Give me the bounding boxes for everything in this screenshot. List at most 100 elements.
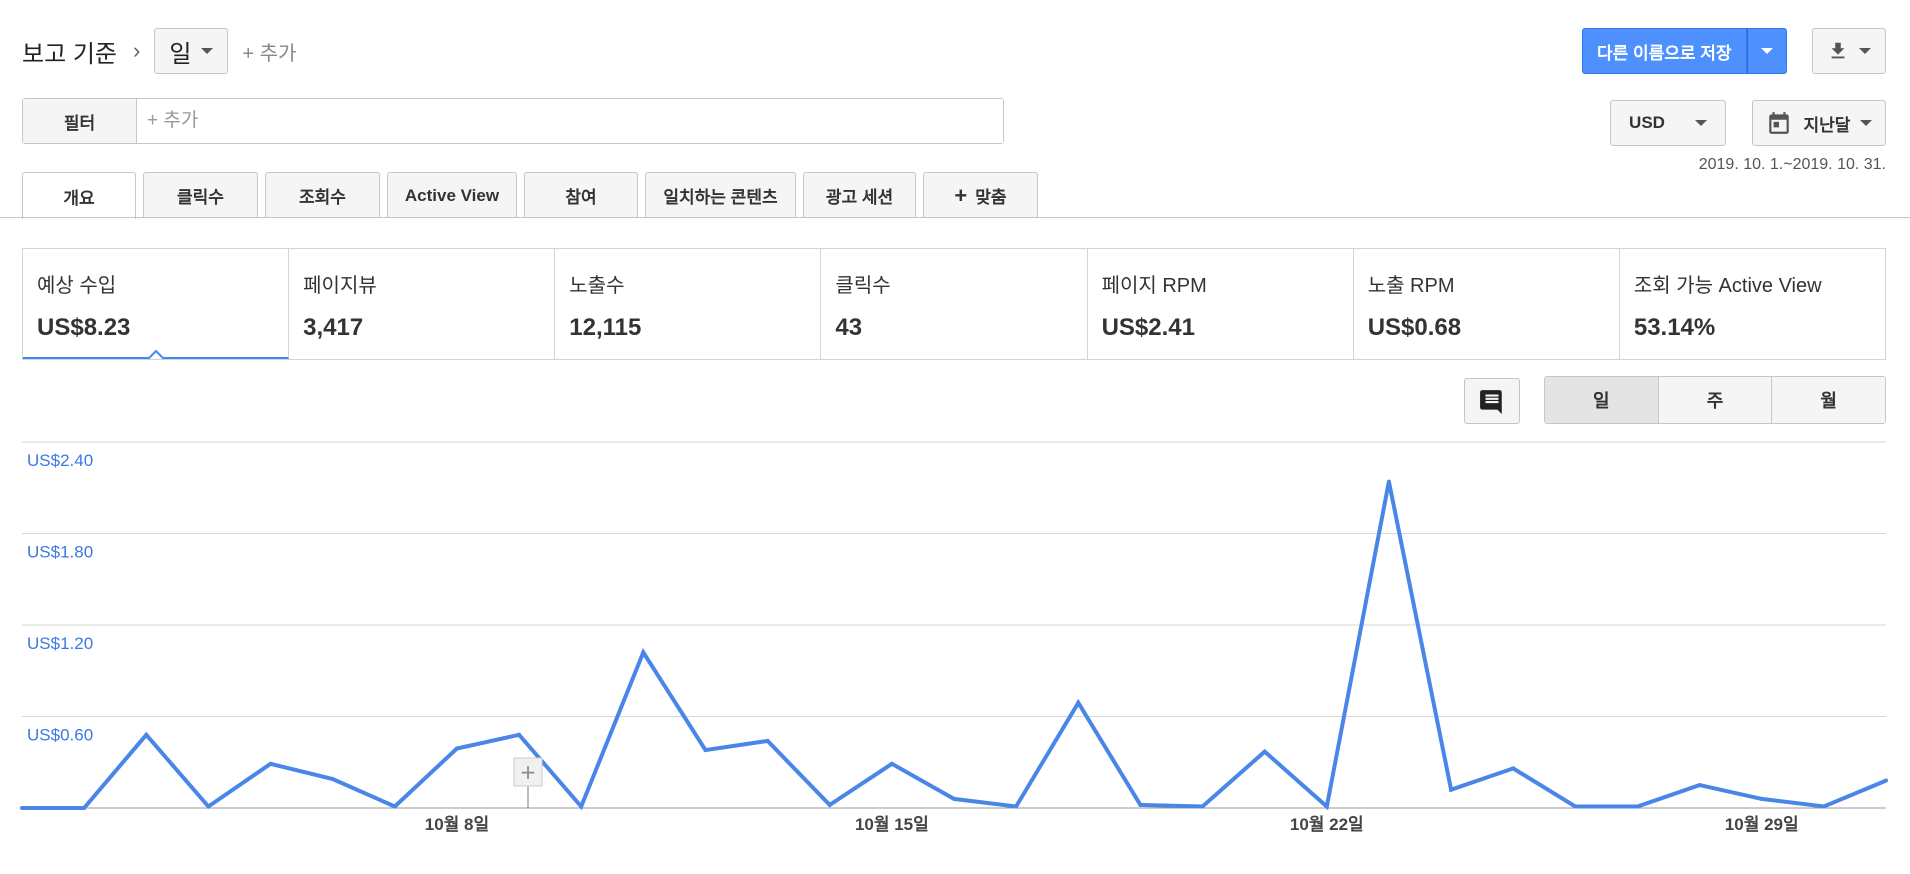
data-point[interactable] [1511,766,1516,771]
scorecard-page-views[interactable]: 페이지뷰 3,417 [289,249,556,359]
data-point[interactable] [1014,804,1019,809]
scorecard-clicks[interactable]: 클릭수 43 [821,249,1088,359]
data-point[interactable] [392,804,397,809]
chevron-down-icon [1860,120,1873,126]
scorecard-estimated-earnings[interactable]: 예상 수입 US$8.23 [23,249,290,359]
download-icon [1831,42,1845,59]
tab-views[interactable]: 조회수 [265,172,380,218]
data-point[interactable] [1759,796,1764,801]
scorecard-active-view-viewable[interactable]: 조회 가능 Active View 53.14% [1620,249,1885,359]
scorecard-value: US$8.23 [37,314,131,341]
report-tabs: 개요 클릭수 조회수 Active View 참여 일치하는 콘텐츠 광고 세션… [22,172,1045,219]
data-point[interactable] [952,796,956,801]
chevron-down-icon [1859,48,1871,54]
tab-engagement[interactable]: 참여 [524,172,638,218]
save-as-group: 다른 이름으로 저장 [1582,28,1787,74]
scorecard-row: 예상 수입 US$8.23 페이지뷰 3,417 노출수 12,115 클릭수 … [22,248,1886,360]
data-point[interactable] [144,732,149,737]
chevron-down-icon [1694,120,1707,126]
data-point[interactable] [1884,778,1888,783]
x-tick-label: 10월 22일 [1290,815,1364,834]
data-point[interactable] [268,761,273,766]
scorecard-value: US$0.68 [1367,314,1462,341]
tab-matched-content[interactable]: 일치하는 콘텐츠 [645,172,796,218]
scorecard-label: 페이지뷰 [303,275,377,297]
tabs-divider [0,217,1910,218]
tab-overview[interactable]: 개요 [22,172,136,219]
data-point[interactable] [1449,787,1454,792]
save-as-button[interactable]: 다른 이름으로 저장 [1582,28,1747,74]
data-point[interactable] [1821,804,1826,809]
tab-clicks[interactable]: 클릭수 [143,172,258,218]
data-point[interactable] [827,802,832,807]
earnings-chart: US$0.60 US$1.20 US$1.80 US$2.40 10월 8일 10월 15… [0,430,1910,874]
data-point[interactable] [579,804,584,809]
y-tick-label: US$1.20 [27,634,93,653]
save-as-dropdown-button[interactable] [1746,28,1787,74]
scorecard-page-rpm[interactable]: 페이지 RPM US$2.41 [1088,249,1354,359]
data-point[interactable] [454,746,459,751]
data-point[interactable] [1697,783,1702,788]
annotation-button[interactable] [1464,378,1520,424]
data-point[interactable] [1635,804,1640,809]
data-point[interactable] [1324,804,1329,809]
granularity-day-button[interactable]: 일 [1545,377,1659,423]
scorecard-value: US$2.41 [1101,314,1195,341]
data-point[interactable] [1076,700,1081,705]
tab-custom[interactable]: + 맞춤 [923,172,1038,218]
filter-bar: 필터 [22,98,1004,144]
x-tick-label: 10월 29일 [1725,815,1799,834]
report-by-label: 보고 기준 [22,40,117,68]
scorecard-label: 클릭수 [835,275,891,297]
chevron-down-icon [1760,48,1773,54]
currency-select[interactable]: USD [1610,100,1726,146]
scorecard-label: 조회 가능 Active View [1633,275,1822,297]
filter-input[interactable] [137,99,1003,143]
scorecard-impression-rpm[interactable]: 노출 RPM US$0.68 [1354,249,1620,359]
data-point[interactable] [82,806,87,810]
y-tick-label: US$1.80 [27,543,93,562]
selection-notch-icon [148,349,164,359]
tab-custom-label: 맞춤 [975,188,1007,207]
data-point[interactable] [206,804,211,809]
granularity-week-button[interactable]: 주 [1658,377,1773,423]
y-tick-label: US$0.60 [27,726,93,745]
data-point[interactable] [1138,802,1143,807]
data-point[interactable] [20,806,24,810]
data-point[interactable] [1262,749,1267,754]
filter-button[interactable]: 필터 [23,99,137,143]
data-point[interactable] [1386,479,1391,484]
tab-ad-sessions[interactable]: 광고 세션 [803,172,916,218]
date-range-label: 지난달 [1803,115,1851,135]
report-header: 보고 기준 › 일 + 추가 [22,28,296,74]
chevron-right-icon: › [133,38,141,63]
date-range-text: 2019. 10. 1.~2019. 10. 31. [1698,156,1886,173]
data-point[interactable] [1573,804,1578,809]
dimension-select-value: 일 [169,40,192,68]
data-point[interactable] [765,738,770,743]
granularity-month-button[interactable]: 월 [1772,377,1886,423]
scorecard-value: 3,417 [303,314,364,341]
x-tick-label: 10월 15일 [855,815,929,834]
data-point[interactable] [330,777,335,782]
dimension-select[interactable]: 일 [154,28,229,74]
comment-icon [1480,390,1502,414]
data-point[interactable] [1200,804,1205,809]
earnings-series-line [22,481,1887,811]
scorecard-label: 예상 수입 [37,275,117,297]
currency-value: USD [1629,113,1665,132]
data-point[interactable] [703,748,708,753]
data-point[interactable] [889,761,894,766]
download-button[interactable] [1812,28,1886,74]
data-point[interactable] [517,732,522,737]
tab-active-view[interactable]: Active View [387,172,517,218]
scorecard-label: 페이지 RPM [1101,275,1207,297]
date-range-picker[interactable]: 지난달 [1752,100,1886,146]
scorecard-value: 43 [835,314,863,341]
scorecard-value: 53.14% [1633,314,1716,341]
scorecard-impressions[interactable]: 노출수 12,115 [555,249,822,359]
data-point[interactable] [641,650,646,655]
add-dimension-link[interactable]: + 추가 [242,37,296,66]
calendar-icon [1768,112,1789,134]
x-tick-label: 10월 8일 [425,815,489,834]
